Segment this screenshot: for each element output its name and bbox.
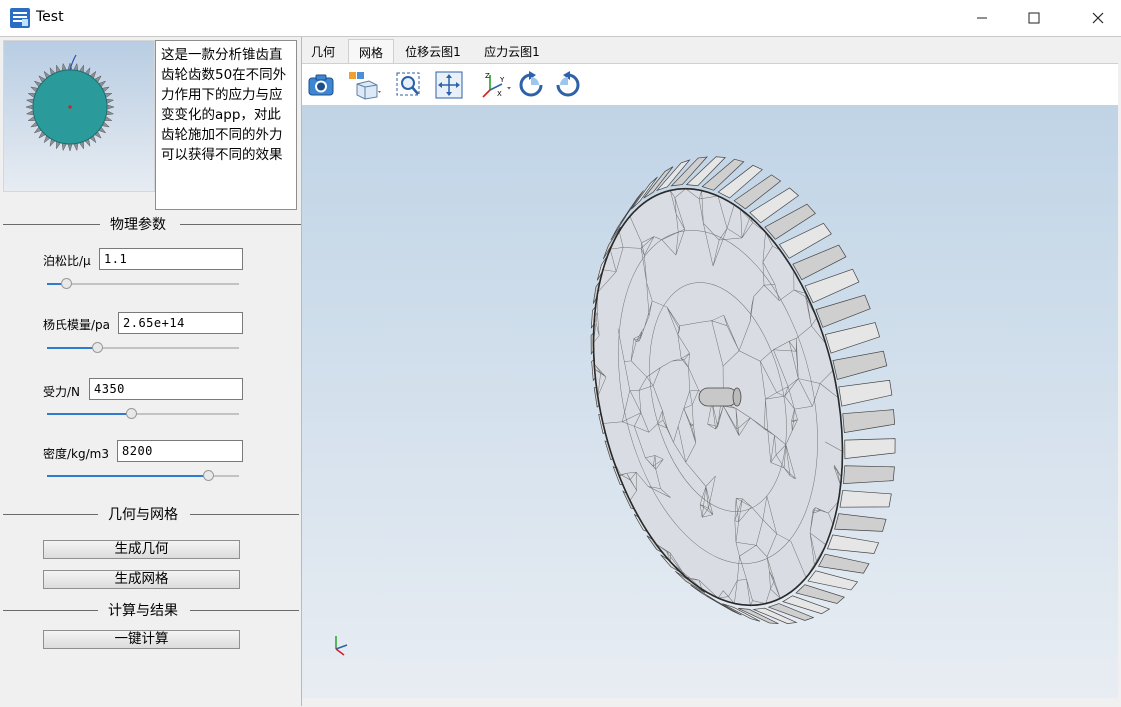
- axis-triad-icon: Z Y X: [482, 72, 511, 98]
- gear-tooth: [824, 322, 881, 354]
- section-compute-result: 计算与结果: [0, 600, 301, 620]
- 3d-viewport[interactable]: [302, 105, 1118, 698]
- youngs-modulus-input[interactable]: 2.65e+14: [118, 312, 243, 334]
- tab-stress[interactable]: 应力云图1: [477, 39, 547, 63]
- poisson-slider[interactable]: [47, 278, 239, 290]
- slider-handle[interactable]: [203, 470, 215, 481]
- zoom-box-icon: [396, 72, 420, 96]
- one-click-compute-button[interactable]: 一键计算: [43, 630, 240, 649]
- view-tabs: 几何 网格 位移云图1 应力云图1: [302, 39, 1118, 63]
- slider-handle[interactable]: [126, 408, 138, 419]
- rotate-ccw-icon: [556, 71, 580, 97]
- gear-tooth: [839, 490, 892, 508]
- generate-geometry-button[interactable]: 生成几何: [43, 540, 240, 559]
- section-physics-label: 物理参数: [110, 217, 166, 233]
- force-input[interactable]: 4350: [89, 378, 243, 400]
- force-slider[interactable]: [47, 408, 239, 420]
- gear-thumbnail-image: [25, 54, 115, 152]
- view-orientation-icon: [349, 72, 381, 100]
- slider-handle[interactable]: [91, 342, 103, 353]
- density-slider[interactable]: [47, 470, 239, 482]
- youngs-modulus-slider[interactable]: [47, 342, 239, 354]
- window-title: Test: [36, 9, 64, 25]
- section-geometry-mesh: 几何与网格: [0, 504, 301, 524]
- gear-tooth: [815, 294, 871, 328]
- gear-tooth: [838, 379, 893, 407]
- app-icon: [10, 8, 30, 28]
- rotate-cw-icon: [519, 71, 543, 97]
- close-icon: [1092, 12, 1104, 24]
- poisson-label: 泊松比/μ: [43, 254, 91, 268]
- density-label: 密度/kg/m3: [43, 447, 109, 461]
- axis-triad-button[interactable]: Z Y X: [478, 70, 514, 100]
- close-button[interactable]: [1075, 0, 1121, 36]
- poisson-input[interactable]: 1.1: [99, 248, 243, 270]
- zoom-fit-button[interactable]: [434, 70, 464, 100]
- maximize-icon: [1028, 12, 1040, 24]
- gear-tooth: [832, 350, 888, 380]
- screenshot-button[interactable]: [306, 70, 336, 100]
- gear-tooth: [842, 409, 896, 433]
- section-physics: 物理参数: [0, 214, 301, 234]
- gear-mesh-model: [590, 156, 896, 625]
- youngs-modulus-label: 杨氏模量/pa: [43, 318, 111, 332]
- density-input[interactable]: 8200: [117, 440, 243, 462]
- zoom-fit-icon: [435, 71, 463, 99]
- generate-mesh-button[interactable]: 生成网格: [43, 570, 240, 589]
- tab-mesh[interactable]: 网格: [348, 39, 394, 63]
- minimize-icon: [977, 17, 987, 19]
- viewer-toolbar: Z Y X: [302, 63, 1118, 106]
- section-compute-result-label: 计算与结果: [108, 603, 178, 619]
- title-bar: Test: [0, 0, 1121, 36]
- tab-displacement[interactable]: 位移云图1: [398, 39, 468, 63]
- svg-text:Z: Z: [485, 72, 490, 80]
- force-label: 受力/N: [43, 385, 81, 399]
- view-orientation-button[interactable]: [346, 70, 384, 100]
- svg-text:Y: Y: [499, 76, 505, 84]
- maximize-button[interactable]: [1011, 0, 1057, 36]
- camera-icon: [308, 74, 334, 96]
- svg-text:X: X: [497, 90, 502, 98]
- gear-thumbnail: [3, 40, 155, 192]
- gear-tooth: [844, 438, 896, 460]
- tab-geometry[interactable]: 几何: [302, 39, 344, 63]
- rotate-ccw-button[interactable]: [553, 70, 583, 100]
- app-description: 这是一款分析锥齿直齿轮齿数50在不同外力作用下的应力与应变变化的app，对此齿轮…: [155, 40, 297, 210]
- left-panel: 这是一款分析锥齿直齿轮齿数50在不同外力作用下的应力与应变变化的app，对此齿轮…: [0, 37, 302, 706]
- orientation-axes: [335, 636, 348, 656]
- gear-tooth: [843, 465, 895, 484]
- minimize-button[interactable]: [959, 0, 1005, 36]
- section-geometry-mesh-label: 几何与网格: [108, 507, 178, 523]
- rotate-cw-button[interactable]: [516, 70, 546, 100]
- slider-handle[interactable]: [61, 278, 73, 289]
- zoom-box-button[interactable]: [394, 70, 424, 100]
